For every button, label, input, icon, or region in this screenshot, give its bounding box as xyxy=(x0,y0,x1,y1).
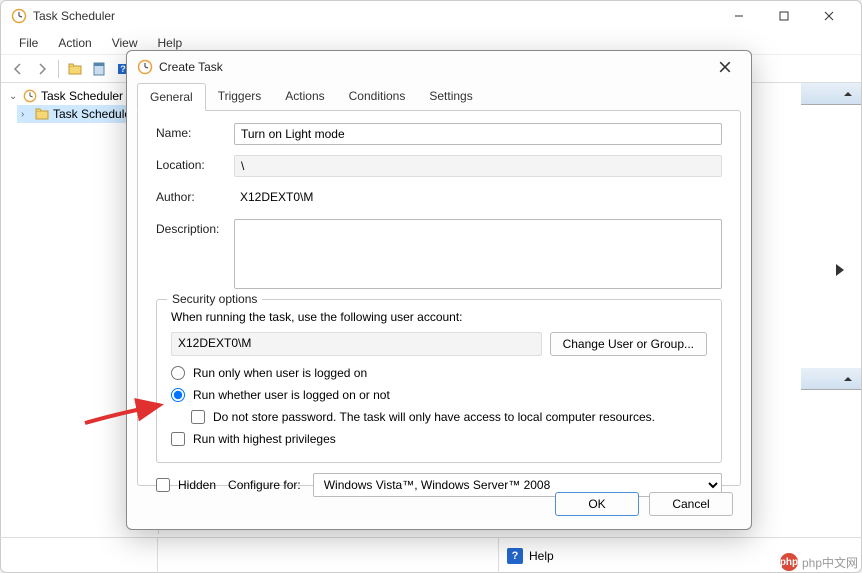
dialog-close-button[interactable] xyxy=(709,55,741,79)
scheduler-icon xyxy=(23,89,37,103)
tree-collapse-icon[interactable]: ⌄ xyxy=(9,91,19,102)
tab-triggers[interactable]: Triggers xyxy=(206,83,274,111)
hidden-label: Hidden xyxy=(178,478,216,492)
close-icon xyxy=(719,61,731,73)
actions-header-collapsed-2[interactable] xyxy=(801,368,861,390)
actions-header-collapsed-1[interactable] xyxy=(801,83,861,105)
tree-expand-icon[interactable]: › xyxy=(21,109,31,120)
author-value: X12DEXT0\M xyxy=(234,187,722,209)
do-not-store-row[interactable]: Do not store password. The task will onl… xyxy=(191,410,707,424)
hidden-row[interactable]: Hidden xyxy=(156,478,216,492)
menu-file[interactable]: File xyxy=(9,33,48,53)
separator xyxy=(58,60,59,78)
watermark: php php中文网 xyxy=(780,553,858,571)
tab-conditions[interactable]: Conditions xyxy=(337,83,418,111)
main-title: Task Scheduler xyxy=(33,9,716,23)
author-label: Author: xyxy=(156,187,234,204)
maximize-button[interactable] xyxy=(761,2,806,30)
name-label: Name: xyxy=(156,123,234,140)
run-logged-on-row[interactable]: Run only when user is logged on xyxy=(171,366,707,380)
status-help-item[interactable]: ? Help xyxy=(498,538,562,573)
security-legend: Security options xyxy=(167,292,262,306)
play-icon xyxy=(834,263,846,277)
security-options-fieldset: Security options When running the task, … xyxy=(156,299,722,463)
do-not-store-label: Do not store password. The task will onl… xyxy=(213,410,655,424)
run-highest-checkbox[interactable] xyxy=(171,432,185,446)
tab-settings[interactable]: Settings xyxy=(417,83,484,111)
scheduler-icon xyxy=(137,59,153,75)
watermark-text: php中文网 xyxy=(802,554,858,571)
folder-icon xyxy=(35,107,49,121)
svg-text:?: ? xyxy=(120,64,126,74)
cancel-button[interactable]: Cancel xyxy=(649,492,733,516)
collapse-up-icon xyxy=(843,89,853,99)
change-user-button[interactable]: Change User or Group... xyxy=(550,332,707,356)
hidden-checkbox[interactable] xyxy=(156,478,170,492)
run-whether-label: Run whether user is logged on or not xyxy=(193,388,390,402)
back-button[interactable] xyxy=(7,58,29,80)
collapse-up-icon xyxy=(843,374,853,384)
tab-actions[interactable]: Actions xyxy=(273,83,336,111)
tab-general-content: Name: Location: \ Author: X12DEXT0\M Des… xyxy=(137,110,741,486)
run-logged-on-radio[interactable] xyxy=(171,366,185,380)
run-highest-row[interactable]: Run with highest privileges xyxy=(171,432,707,446)
configure-for-label: Configure for: xyxy=(228,478,301,492)
tree-root-label: Task Scheduler (L xyxy=(41,89,137,103)
name-input[interactable] xyxy=(234,123,722,145)
run-whether-row[interactable]: Run whether user is logged on or not xyxy=(171,388,707,402)
run-highest-label: Run with highest privileges xyxy=(193,432,336,446)
location-label: Location: xyxy=(156,155,234,172)
when-running-label: When running the task, use the following… xyxy=(171,310,707,324)
create-task-dialog: Create Task General Triggers Actions Con… xyxy=(126,50,752,530)
main-titlebar: Task Scheduler xyxy=(1,1,861,31)
status-mid: ? Help xyxy=(158,538,862,573)
description-input[interactable] xyxy=(234,219,722,289)
ok-button[interactable]: OK xyxy=(555,492,639,516)
status-help-label: Help xyxy=(529,549,554,563)
folder-button[interactable] xyxy=(64,58,86,80)
minimize-button[interactable] xyxy=(716,2,761,30)
run-logged-on-label: Run only when user is logged on xyxy=(193,366,367,380)
dialog-titlebar: Create Task xyxy=(127,51,751,83)
location-value: \ xyxy=(234,155,722,177)
description-label: Description: xyxy=(156,219,234,236)
watermark-icon: php xyxy=(780,553,798,571)
help-icon: ? xyxy=(507,548,523,564)
user-account-display: X12DEXT0\M xyxy=(171,332,542,356)
tree-child-label: Task Schedule xyxy=(53,107,131,121)
properties-button[interactable] xyxy=(88,58,110,80)
menu-action[interactable]: Action xyxy=(48,33,101,53)
run-whether-radio[interactable] xyxy=(171,388,185,402)
dialog-title: Create Task xyxy=(159,60,709,74)
dialog-tabs: General Triggers Actions Conditions Sett… xyxy=(127,83,751,111)
status-left xyxy=(0,538,158,573)
status-bar: ? Help xyxy=(0,537,862,573)
actions-section-expand[interactable] xyxy=(834,263,846,282)
close-button[interactable] xyxy=(806,2,851,30)
window-controls xyxy=(716,2,851,30)
tab-general[interactable]: General xyxy=(137,83,206,111)
forward-button[interactable] xyxy=(31,58,53,80)
do-not-store-checkbox[interactable] xyxy=(191,410,205,424)
scheduler-icon xyxy=(11,8,27,24)
